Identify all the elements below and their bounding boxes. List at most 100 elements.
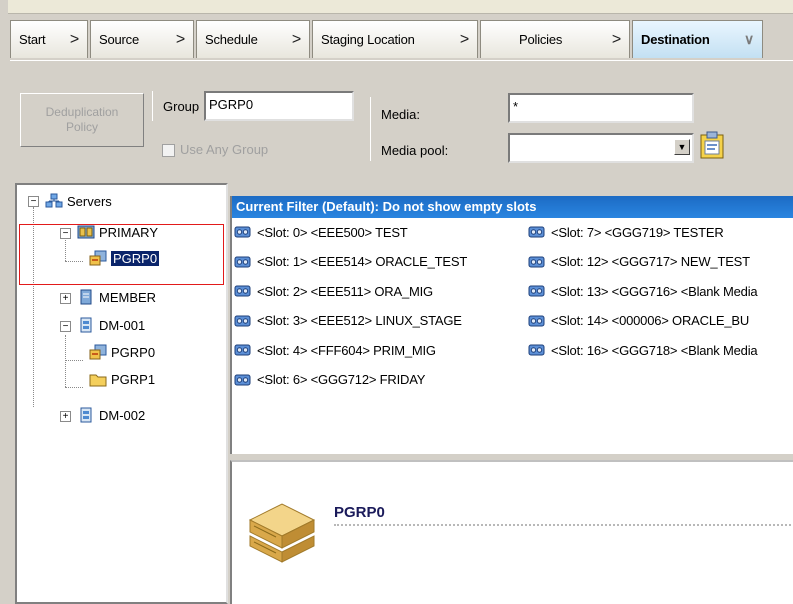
detail-divider <box>334 524 793 526</box>
media-value: * <box>513 99 519 114</box>
tree-line <box>65 360 83 361</box>
tape-media-icon <box>528 344 545 356</box>
storage-group-large-icon <box>248 503 316 563</box>
chevron-right-icon: > <box>175 30 185 48</box>
tree-node-dm-001-pgrp1[interactable]: PGRP1 <box>89 369 155 389</box>
tree-node-dm-001-pgrp0[interactable]: PGRP0 <box>89 342 155 362</box>
detail-panel: PGRP0 <box>230 460 793 604</box>
collapse-icon[interactable]: − <box>60 321 71 332</box>
tree-node-label: MEMBER <box>99 289 157 305</box>
chevron-down-icon: ∨ <box>743 31 754 47</box>
tab-label: Staging Location <box>321 32 415 47</box>
slot-row[interactable]: <Slot: 4> <FFF604> PRIM_MIG <box>234 340 436 360</box>
slot-row[interactable]: <Slot: 2> <EEE511> ORA_MIG <box>234 281 433 301</box>
wizard-window: Start > Source > Schedule > Staging Loca… <box>0 0 793 604</box>
tape-media-icon <box>234 344 251 356</box>
divider <box>152 91 153 121</box>
media-label: Media: <box>381 107 421 122</box>
slot-label: <Slot: 7> <GGG719> TESTER <box>551 224 724 240</box>
collapse-icon[interactable]: − <box>28 196 39 207</box>
tree-node-dm-001[interactable]: DM-001 <box>77 315 145 335</box>
destination-options: Deduplication Policy Group PGRP0 Use Any… <box>10 60 793 174</box>
tab-staging-location[interactable]: Staging Location > <box>312 20 478 58</box>
tab-label: Source <box>99 32 139 47</box>
tab-label: Destination <box>641 32 710 47</box>
slot-label: <Slot: 0> <EEE500> TEST <box>257 224 408 240</box>
device-manager-icon <box>80 407 92 423</box>
tab-label: Policies <box>519 32 563 47</box>
tree-line <box>65 387 83 388</box>
storage-group-icon <box>89 344 107 360</box>
tree-node-member[interactable]: MEMBER <box>77 287 156 307</box>
detail-title: PGRP0 <box>334 504 385 521</box>
slot-label: <Slot: 2> <EEE511> ORA_MIG <box>257 283 433 299</box>
tree-line <box>65 335 66 387</box>
slot-label: <Slot: 14> <000006> ORACLE_BU <box>551 313 750 328</box>
highlight-box <box>19 224 224 285</box>
slot-label: <Slot: 3> <EEE512> LINUX_STAGE <box>257 313 462 328</box>
tab-source[interactable]: Source > <box>90 20 194 58</box>
slot-label: <Slot: 13> <GGG716> <Blank Media <box>551 283 758 299</box>
group-value: PGRP0 <box>209 97 254 112</box>
slot-label: <Slot: 4> <FFF604> PRIM_MIG <box>257 342 436 358</box>
slot-list[interactable]: Current Filter (Default): Do not show em… <box>230 196 793 454</box>
tree-node-label: DM-001 <box>99 317 146 333</box>
folder-icon <box>89 374 107 387</box>
tab-destination[interactable]: Destination ∨ <box>632 20 763 58</box>
chevron-right-icon: > <box>69 30 79 48</box>
tab-label: Start <box>19 32 46 47</box>
tab-start[interactable]: Start > <box>10 20 88 58</box>
media-field[interactable]: * <box>508 93 694 123</box>
expand-icon[interactable]: + <box>60 411 71 422</box>
tape-media-icon <box>234 315 251 326</box>
slot-label: <Slot: 6> <GGG712> FRIDAY <box>257 372 426 387</box>
slot-row[interactable]: <Slot: 1> <EEE514> ORACLE_TEST <box>234 252 467 272</box>
tree-node-dm-002[interactable]: DM-002 <box>77 405 145 425</box>
group-field[interactable]: PGRP0 <box>204 91 354 121</box>
tape-media-icon <box>234 226 251 238</box>
tape-media-icon <box>528 256 545 267</box>
slot-row[interactable]: <Slot: 12> <GGG717> NEW_TEST <box>528 252 750 272</box>
tape-media-icon <box>528 285 545 297</box>
media-pool-select[interactable]: ▼ <box>508 133 694 163</box>
slot-row[interactable]: <Slot: 6> <GGG712> FRIDAY <box>234 370 425 390</box>
slot-row[interactable]: <Slot: 3> <EEE512> LINUX_STAGE <box>234 311 462 331</box>
tree-node-label: PGRP1 <box>111 371 156 387</box>
button-label: Deduplication Policy <box>45 105 119 134</box>
media-pool-label: Media pool: <box>381 143 449 158</box>
tree-node-label: PGRP0 <box>111 344 156 360</box>
tape-media-icon <box>234 374 251 385</box>
slot-label: <Slot: 1> <EEE514> ORACLE_TEST <box>257 254 468 269</box>
tape-media-icon <box>234 285 251 297</box>
tab-schedule[interactable]: Schedule > <box>196 20 310 58</box>
deduplication-policy-button[interactable]: Deduplication Policy <box>20 93 144 147</box>
slot-row[interactable]: <Slot: 14> <000006> ORACLE_BU <box>528 311 749 331</box>
slot-row[interactable]: <Slot: 7> <GGG719> TESTER <box>528 222 724 242</box>
tape-media-icon <box>528 315 545 326</box>
device-manager-icon <box>80 317 92 333</box>
filter-bar: Current Filter (Default): Do not show em… <box>232 196 793 218</box>
tree-node-servers[interactable]: Servers <box>45 191 112 211</box>
member-server-icon <box>80 289 92 305</box>
filter-text: Current Filter (Default): Do not show em… <box>236 199 537 214</box>
group-label: Group <box>163 99 200 114</box>
tape-media-icon <box>528 226 545 238</box>
slot-row[interactable]: <Slot: 16> <GGG718> <Blank Media <box>528 340 758 360</box>
slot-label: <Slot: 12> <GGG717> NEW_TEST <box>551 254 750 269</box>
dropdown-arrow-icon[interactable]: ▼ <box>674 139 690 155</box>
slot-label: <Slot: 16> <GGG718> <Blank Media <box>551 342 758 358</box>
media-pool-properties-icon[interactable] <box>699 131 725 159</box>
chevron-right-icon: > <box>459 30 469 48</box>
title-strip <box>8 0 793 14</box>
chevron-right-icon: > <box>611 30 621 48</box>
slot-row[interactable]: <Slot: 13> <GGG716> <Blank Media <box>528 281 758 301</box>
wizard-tabs: Start > Source > Schedule > Staging Loca… <box>10 20 793 60</box>
use-any-group-label: Use Any Group <box>180 142 269 157</box>
tree-node-label: Servers <box>67 193 112 209</box>
tab-policies[interactable]: Policies > <box>480 20 630 58</box>
tab-label: Schedule <box>205 32 258 47</box>
expand-icon[interactable]: + <box>60 293 71 304</box>
use-any-group-checkbox[interactable] <box>162 144 175 157</box>
slot-row[interactable]: <Slot: 0> <EEE500> TEST <box>234 222 408 242</box>
divider <box>370 97 371 161</box>
